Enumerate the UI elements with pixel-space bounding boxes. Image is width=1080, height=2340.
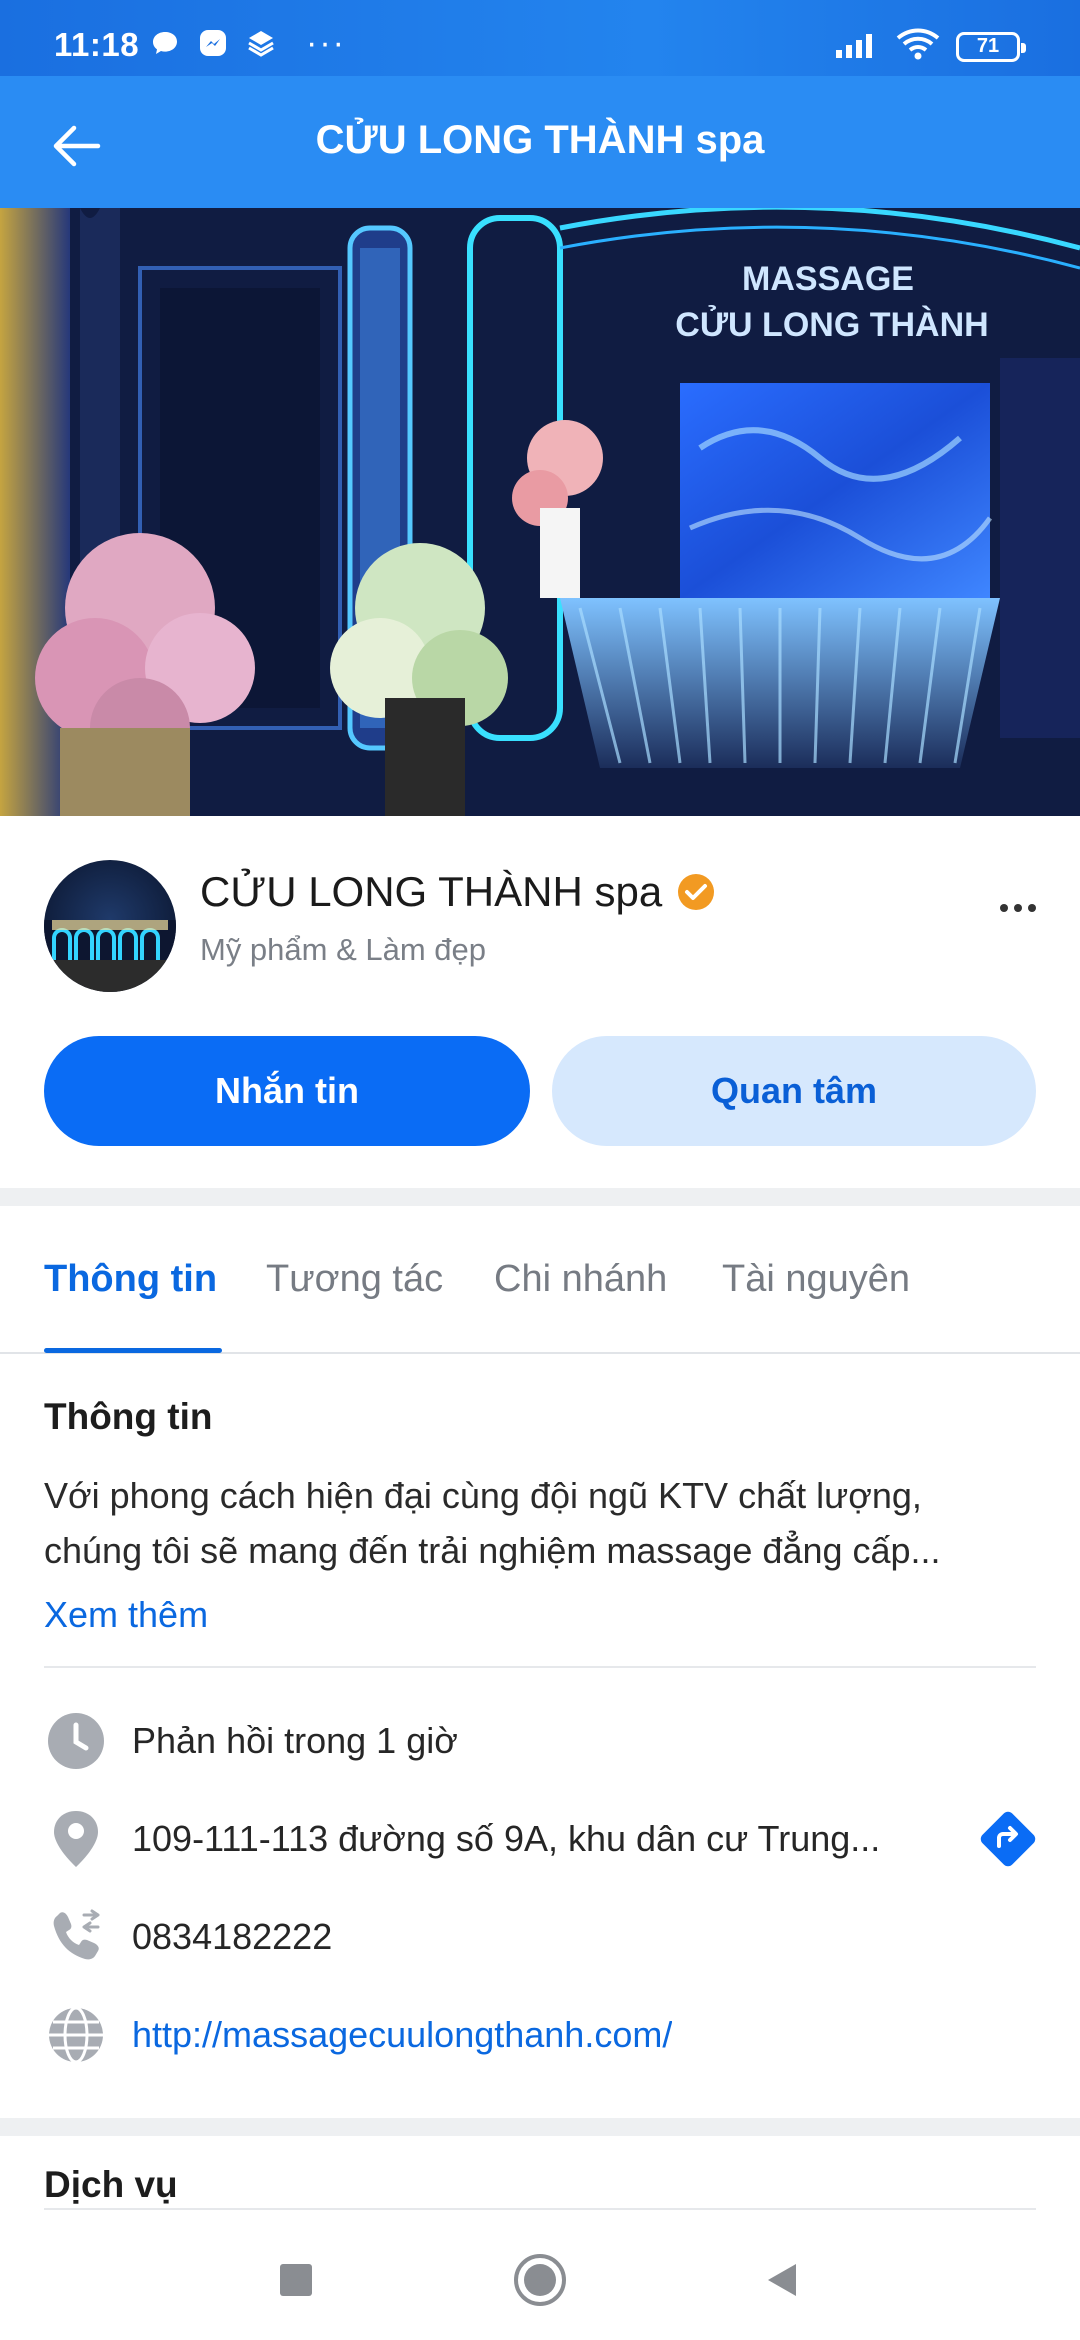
header-title: CỬU LONG THÀNH spa xyxy=(315,118,765,162)
response-time-text: Phản hồi trong 1 giờ xyxy=(132,1720,458,1761)
tab-interaction[interactable]: Tương tác xyxy=(266,1258,443,1301)
app-header: CỬU LONG THÀNH spa xyxy=(0,76,1080,208)
info-divider xyxy=(44,1666,1036,1668)
sign-line1: MASSAGE xyxy=(742,260,914,298)
verified-badge-icon xyxy=(678,874,715,910)
status-right-icons: 71 xyxy=(834,28,1026,65)
more-horizontal-icon xyxy=(1000,904,1008,912)
system-nav-bar xyxy=(0,2212,1080,2340)
sign-line2: CỬU LONG THÀNH xyxy=(675,306,988,344)
battery-icon: 71 xyxy=(956,31,1026,62)
info-title: Thông tin xyxy=(44,1396,213,1437)
layers-icon xyxy=(246,28,276,58)
address-row[interactable]: 109-111-113 đường số 9A, khu dân cư Trun… xyxy=(44,1804,1040,1874)
website-row[interactable]: http://massagecuulongthanh.com/ xyxy=(44,2000,1040,2070)
website-link[interactable]: http://massagecuulongthanh.com/ xyxy=(132,2014,672,2056)
location-pin-icon xyxy=(44,1807,108,1871)
see-more-link[interactable]: Xem thêm xyxy=(44,1594,208,1636)
chat-bubble-icon xyxy=(150,28,180,58)
address-text: 109-111-113 đường số 9A, khu dân cư Trun… xyxy=(132,1818,881,1859)
status-left-icons: ··· xyxy=(150,24,346,62)
recents-button[interactable] xyxy=(266,2250,326,2310)
section-separator-2 xyxy=(0,2118,1080,2136)
description-line-1: Với phong cách hiện đại cùng đội ngũ KTV… xyxy=(44,1475,922,1516)
status-bar: 11:18 ··· 71 xyxy=(0,0,1080,76)
tab-branches[interactable]: Chi nhánh xyxy=(494,1258,667,1301)
globe-icon xyxy=(44,2003,108,2067)
phone-text: 0834182222 xyxy=(132,1916,333,1957)
follow-button[interactable]: Quan tâm xyxy=(552,1036,1036,1146)
signal-icon xyxy=(834,30,880,63)
profile-section: CỬU LONG THÀNH spa Mỹ phẩm & Làm đẹp Nhắ… xyxy=(0,816,1080,1188)
tab-resources[interactable]: Tài nguyên xyxy=(722,1258,910,1301)
status-more: ··· xyxy=(306,24,346,62)
info-description: Với phong cách hiện đại cùng đội ngũ KTV… xyxy=(44,1468,1034,1578)
page-name-row: CỬU LONG THÀNH spa xyxy=(200,868,716,916)
back-nav-button[interactable] xyxy=(752,2250,812,2310)
circle-icon xyxy=(514,2254,566,2306)
messenger-icon xyxy=(198,28,228,58)
active-tab-indicator xyxy=(44,1348,222,1353)
tab-bar: Thông tin Tương tác Chi nhánh Tài nguyên xyxy=(0,1206,1080,1354)
page: 11:18 ··· 71 CỬU LONG THÀNH spa MASSAGE … xyxy=(0,0,1080,2340)
more-options-button[interactable] xyxy=(986,876,1050,940)
phone-row[interactable]: 0834182222 xyxy=(44,1902,1040,1972)
home-button[interactable] xyxy=(510,2250,570,2310)
description-line-2: chúng tôi sẽ mang đến trải nghiệm massag… xyxy=(44,1530,941,1571)
message-button[interactable]: Nhắn tin xyxy=(44,1036,530,1146)
wifi-icon xyxy=(896,28,940,65)
response-time-row: Phản hồi trong 1 giờ xyxy=(44,1706,1040,1776)
services-title: Dịch vụ xyxy=(44,2164,178,2205)
avatar[interactable] xyxy=(44,860,176,992)
square-icon xyxy=(280,2264,312,2296)
page-name: CỬU LONG THÀNH spa xyxy=(200,868,663,915)
tab-info[interactable]: Thông tin xyxy=(44,1258,217,1301)
cover-illustration: MASSAGE CỬU LONG THÀNH xyxy=(0,208,1080,816)
services-divider xyxy=(44,2208,1036,2210)
directions-icon xyxy=(980,1811,1036,1867)
battery-level: 71 xyxy=(976,35,1000,57)
page-category: Mỹ phẩm & Làm đẹp xyxy=(200,932,487,967)
avatar-image xyxy=(44,920,176,992)
section-separator xyxy=(0,1188,1080,1206)
status-time: 11:18 xyxy=(54,26,140,63)
phone-icon xyxy=(44,1905,108,1969)
clock-icon xyxy=(44,1709,108,1773)
cover-photo[interactable]: MASSAGE CỬU LONG THÀNH xyxy=(0,208,1080,816)
triangle-back-icon xyxy=(768,2264,796,2296)
directions-button[interactable] xyxy=(976,1807,1040,1871)
